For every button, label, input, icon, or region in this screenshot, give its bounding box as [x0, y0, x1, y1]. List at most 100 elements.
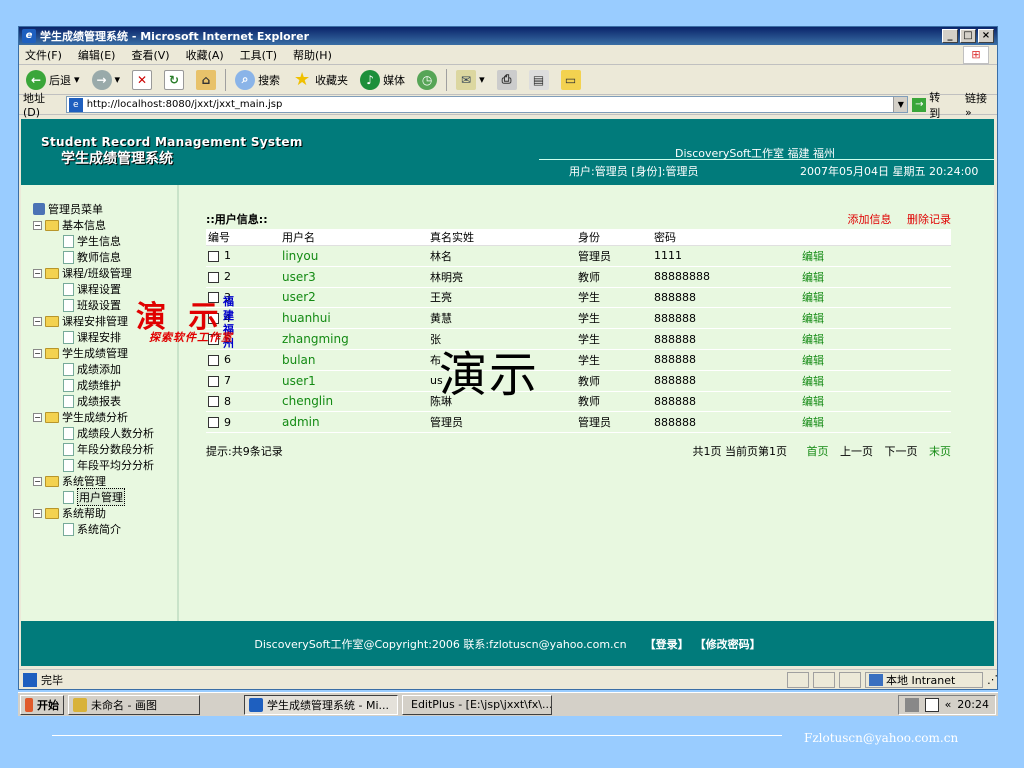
menu-favorites[interactable]: 收藏(A) [186, 47, 224, 63]
collapse-icon[interactable]: − [33, 316, 42, 326]
prev-page-link[interactable]: 上一页 [840, 445, 873, 458]
tree-group-analysis[interactable]: − 学生成绩分析 [33, 409, 177, 425]
row-username[interactable]: huanhui [280, 307, 428, 330]
taskbar-item-paint[interactable]: 未命名 - 画图 [68, 694, 200, 715]
menu-view[interactable]: 查看(V) [131, 47, 169, 63]
change-password-link[interactable]: 【修改密码】 [695, 636, 761, 652]
last-page-link[interactable]: 末页 [929, 445, 951, 458]
home-button[interactable]: ⌂ [193, 68, 219, 92]
media-button[interactable]: ♪ 媒体 [357, 68, 408, 92]
tree-group-basic[interactable]: − 基本信息 [33, 217, 177, 233]
close-button[interactable]: × [978, 29, 994, 43]
login-link[interactable]: 【登录】 [645, 636, 689, 652]
first-page-link[interactable]: 首页 [807, 445, 829, 458]
row-username[interactable]: linyou [280, 245, 428, 267]
tree-root[interactable]: 管理员菜单 [33, 201, 177, 217]
sidebar-item-average-analysis[interactable]: 年段平均分分析 [33, 457, 177, 473]
messenger-button[interactable]: ▭ [558, 68, 584, 92]
row-username[interactable]: user2 [280, 287, 428, 309]
history-button[interactable]: ◷ [414, 68, 440, 92]
document-icon [63, 394, 74, 408]
address-input[interactable]: e http://localhost:8080/jxxt/jxxt_main.j… [65, 96, 909, 113]
sidebar-item-score-report[interactable]: 成绩报表 [33, 393, 177, 409]
edit-button[interactable]: ▤ [526, 68, 552, 92]
row-edit-link[interactable]: 编辑 [800, 245, 951, 267]
resize-grip-icon[interactable]: ⋰ [987, 673, 998, 686]
maximize-button[interactable]: □ [960, 29, 976, 43]
menu-help[interactable]: 帮助(H) [293, 47, 332, 63]
printer-icon[interactable] [904, 697, 919, 712]
mail-button[interactable]: ✉ ▾ [453, 68, 488, 92]
collapse-icon[interactable]: − [33, 412, 42, 422]
menu-tools[interactable]: 工具(T) [240, 47, 277, 63]
menu-edit[interactable]: 编辑(E) [78, 47, 116, 63]
sidebar-item-label: 年段平均分分析 [77, 459, 154, 472]
tray-expand-icon[interactable]: « [945, 698, 952, 711]
row-edit-link[interactable]: 编辑 [800, 307, 951, 330]
row-edit-link[interactable]: 编辑 [800, 287, 951, 309]
search-button[interactable]: ⌕ 搜索 [232, 68, 283, 92]
favorites-button[interactable]: ★ 收藏夹 [289, 68, 351, 92]
tree-group-help[interactable]: − 系统帮助 [33, 505, 177, 521]
sidebar-item-teacher-info[interactable]: 教师信息 [33, 249, 177, 265]
sidebar-item-count-analysis[interactable]: 成绩段人数分析 [33, 425, 177, 441]
sidebar-item-user-management[interactable]: 用户管理 [33, 488, 177, 506]
row-edit-link[interactable]: 编辑 [800, 349, 951, 371]
tree-group-system[interactable]: − 系统管理 [33, 473, 177, 489]
collapse-icon[interactable]: − [33, 476, 42, 486]
menu-file[interactable]: 文件(F) [25, 47, 62, 63]
chevron-down-icon[interactable]: ▼ [893, 97, 908, 112]
row-username[interactable]: bulan [280, 349, 428, 371]
refresh-button[interactable]: ↻ [161, 68, 187, 92]
row-checkbox[interactable] [208, 250, 219, 262]
row-username[interactable]: chenglin [280, 391, 428, 413]
address-url[interactable]: http://localhost:8080/jxxt/jxxt_main.jsp [87, 99, 890, 110]
collapse-icon[interactable]: − [33, 508, 42, 518]
row-username[interactable]: user1 [280, 370, 428, 392]
forward-button[interactable]: → ▾ [89, 68, 124, 92]
row-checkbox[interactable] [208, 354, 219, 366]
collapse-icon[interactable]: − [33, 220, 42, 230]
row-edit-link[interactable]: 编辑 [800, 328, 951, 350]
row-checkbox[interactable] [208, 417, 219, 429]
media-icon: ♪ [360, 69, 381, 90]
sidebar-item-score-add[interactable]: 成绩添加 [33, 361, 177, 377]
sidebar-item-student-info[interactable]: 学生信息 [33, 233, 177, 249]
links-button[interactable]: 链接 » [965, 90, 997, 119]
folder-open-icon [45, 267, 59, 279]
collapse-icon[interactable]: − [33, 268, 42, 278]
row-username[interactable]: user3 [280, 266, 428, 288]
sidebar-item-score-maintain[interactable]: 成绩维护 [33, 377, 177, 393]
print-button[interactable]: ⎙ [494, 68, 520, 92]
add-info-link[interactable]: 添加信息 [848, 213, 892, 226]
sidebar-item-system-intro[interactable]: 系统简介 [33, 521, 177, 537]
row-username[interactable]: admin [280, 411, 428, 434]
taskbar-item-editplus[interactable]: EditPlus - [E:\jsp\jxxt\fx\... [402, 694, 552, 715]
row-checkbox[interactable] [208, 271, 219, 283]
minimize-button[interactable]: _ [942, 29, 958, 43]
tree-group-scores[interactable]: − 学生成绩管理 [33, 345, 177, 361]
row-edit-link[interactable]: 编辑 [800, 411, 951, 434]
toolbar: ← 后退 ▾ → ▾ ✕ ↻ ⌂ ⌕ 搜索 ★ 收藏夹 ♪ 媒体 ◷ ✉ ▾ ⎙ [19, 65, 997, 95]
stop-button[interactable]: ✕ [129, 68, 155, 92]
start-label: 开始 [37, 698, 59, 712]
row-edit-link[interactable]: 编辑 [800, 370, 951, 392]
sidebar-item-band-analysis[interactable]: 年段分数段分析 [33, 441, 177, 457]
row-edit-link[interactable]: 编辑 [800, 266, 951, 288]
collapse-icon[interactable]: − [33, 348, 42, 358]
delete-records-link[interactable]: 删除记录 [907, 213, 951, 226]
tree-group-course-class[interactable]: − 课程/班级管理 [33, 265, 177, 281]
next-page-link[interactable]: 下一页 [885, 445, 918, 458]
row-checkbox[interactable] [208, 396, 219, 408]
start-button[interactable]: 开始 [20, 694, 64, 715]
help-icon[interactable] [924, 697, 939, 712]
table-row: 3 user2 王亮 学生 888888 编辑 [206, 287, 951, 309]
row-checkbox[interactable] [208, 375, 219, 387]
taskbar-item-ie[interactable]: 学生成绩管理系统 - Mi... [244, 694, 398, 715]
go-button[interactable]: → 转到 [912, 89, 951, 121]
status-cell [813, 671, 835, 688]
row-username[interactable]: zhangming [280, 328, 428, 350]
row-edit-link[interactable]: 编辑 [800, 391, 951, 413]
folder-open-icon [45, 507, 59, 519]
back-button[interactable]: ← 后退 ▾ [23, 68, 83, 92]
